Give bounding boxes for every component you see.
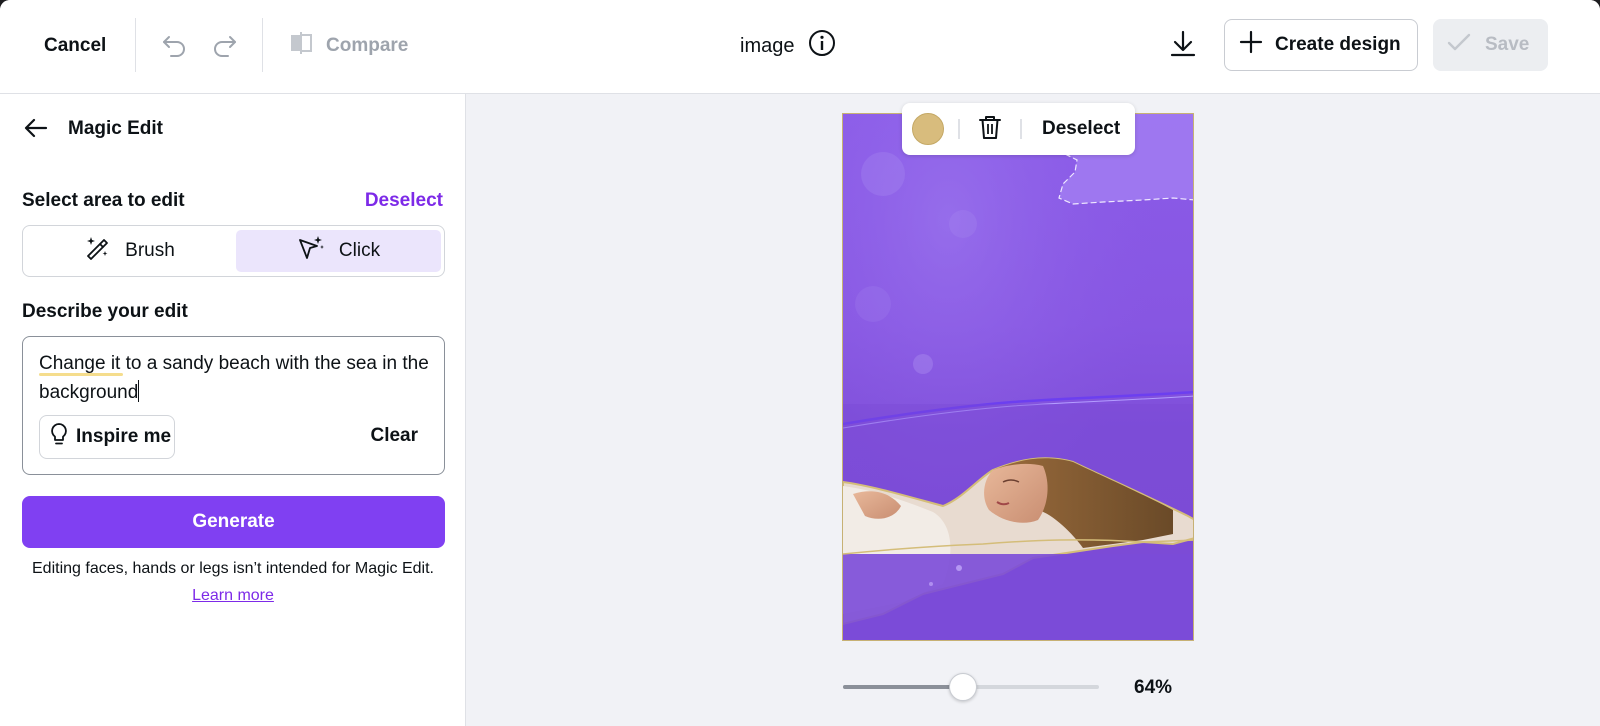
selection-toolbar: Deselect — [902, 103, 1135, 155]
back-button[interactable] — [22, 116, 50, 144]
download-icon — [1170, 30, 1196, 63]
click-mode-button[interactable]: Click — [236, 230, 441, 272]
zoom-slider-thumb[interactable] — [949, 673, 978, 701]
document-title: image — [740, 28, 836, 64]
select-area-label: Select area to edit — [22, 190, 185, 211]
inspire-me-label: Inspire me — [76, 426, 172, 447]
zoom-level: 64% — [1134, 677, 1173, 698]
image-illustration — [843, 114, 1193, 640]
click-label: Click — [338, 240, 381, 261]
clear-button[interactable]: Clear — [370, 425, 418, 447]
learn-more-link[interactable]: Learn more — [0, 587, 466, 605]
app-window: Cancel Compare image Create design Save … — [0, 0, 1600, 726]
delete-button[interactable] — [976, 115, 1004, 143]
edit-image[interactable] — [842, 113, 1194, 641]
trash-icon — [978, 114, 1002, 145]
prompt-text: Change it to a sandy beach with the sea … — [39, 353, 429, 403]
top-bar: Cancel Compare image Create design Save — [0, 0, 1600, 94]
lightbulb-icon — [50, 422, 68, 452]
magic-brush-icon — [83, 234, 111, 268]
toolbar-divider — [262, 18, 263, 72]
magic-cursor-icon — [297, 234, 325, 268]
describe-edit-label: Describe your edit — [22, 301, 188, 322]
redo-icon[interactable] — [208, 29, 242, 63]
info-icon[interactable] — [808, 29, 836, 63]
brush-label: Brush — [125, 240, 175, 261]
panel-title: Magic Edit — [68, 118, 164, 139]
brush-mode-button[interactable]: Brush — [27, 230, 231, 272]
create-design-button[interactable]: Create design — [1224, 19, 1418, 71]
deselect-link[interactable]: Deselect — [365, 190, 443, 212]
cancel-button[interactable]: Cancel — [28, 26, 122, 66]
create-design-label: Create design — [1275, 34, 1401, 55]
toolbar-divider — [1020, 119, 1022, 139]
compare-label: Compare — [326, 35, 409, 56]
text-caret — [138, 380, 140, 402]
plus-icon — [1239, 30, 1263, 60]
toolbar-divider — [135, 18, 136, 72]
deselect-button[interactable]: Deselect — [1042, 118, 1120, 140]
generate-button[interactable]: Generate — [22, 496, 445, 548]
disclaimer-text: Editing faces, hands or legs isn’t inten… — [32, 560, 434, 577]
inspire-me-button[interactable]: Inspire me — [39, 415, 175, 459]
compare-icon — [290, 32, 314, 60]
compare-button[interactable]: Compare — [290, 26, 408, 66]
toolbar-divider — [958, 119, 960, 139]
document-title-text: image — [740, 34, 795, 57]
save-button[interactable]: Save — [1433, 19, 1548, 71]
arrow-left-icon — [24, 118, 48, 143]
download-button[interactable] — [1163, 26, 1203, 66]
canvas-area: Deselect 64% — [467, 94, 1600, 726]
zoom-slider-fill — [843, 685, 964, 689]
prompt-textarea[interactable]: Change it to a sandy beach with the sea … — [22, 336, 445, 475]
selection-mode-toggle: Brush Click — [22, 225, 445, 277]
color-swatch[interactable] — [912, 113, 944, 145]
magic-edit-panel: Magic Edit Select area to edit Deselect … — [0, 94, 466, 726]
save-label: Save — [1485, 34, 1530, 55]
undo-icon[interactable] — [157, 29, 191, 63]
check-icon — [1447, 32, 1471, 58]
